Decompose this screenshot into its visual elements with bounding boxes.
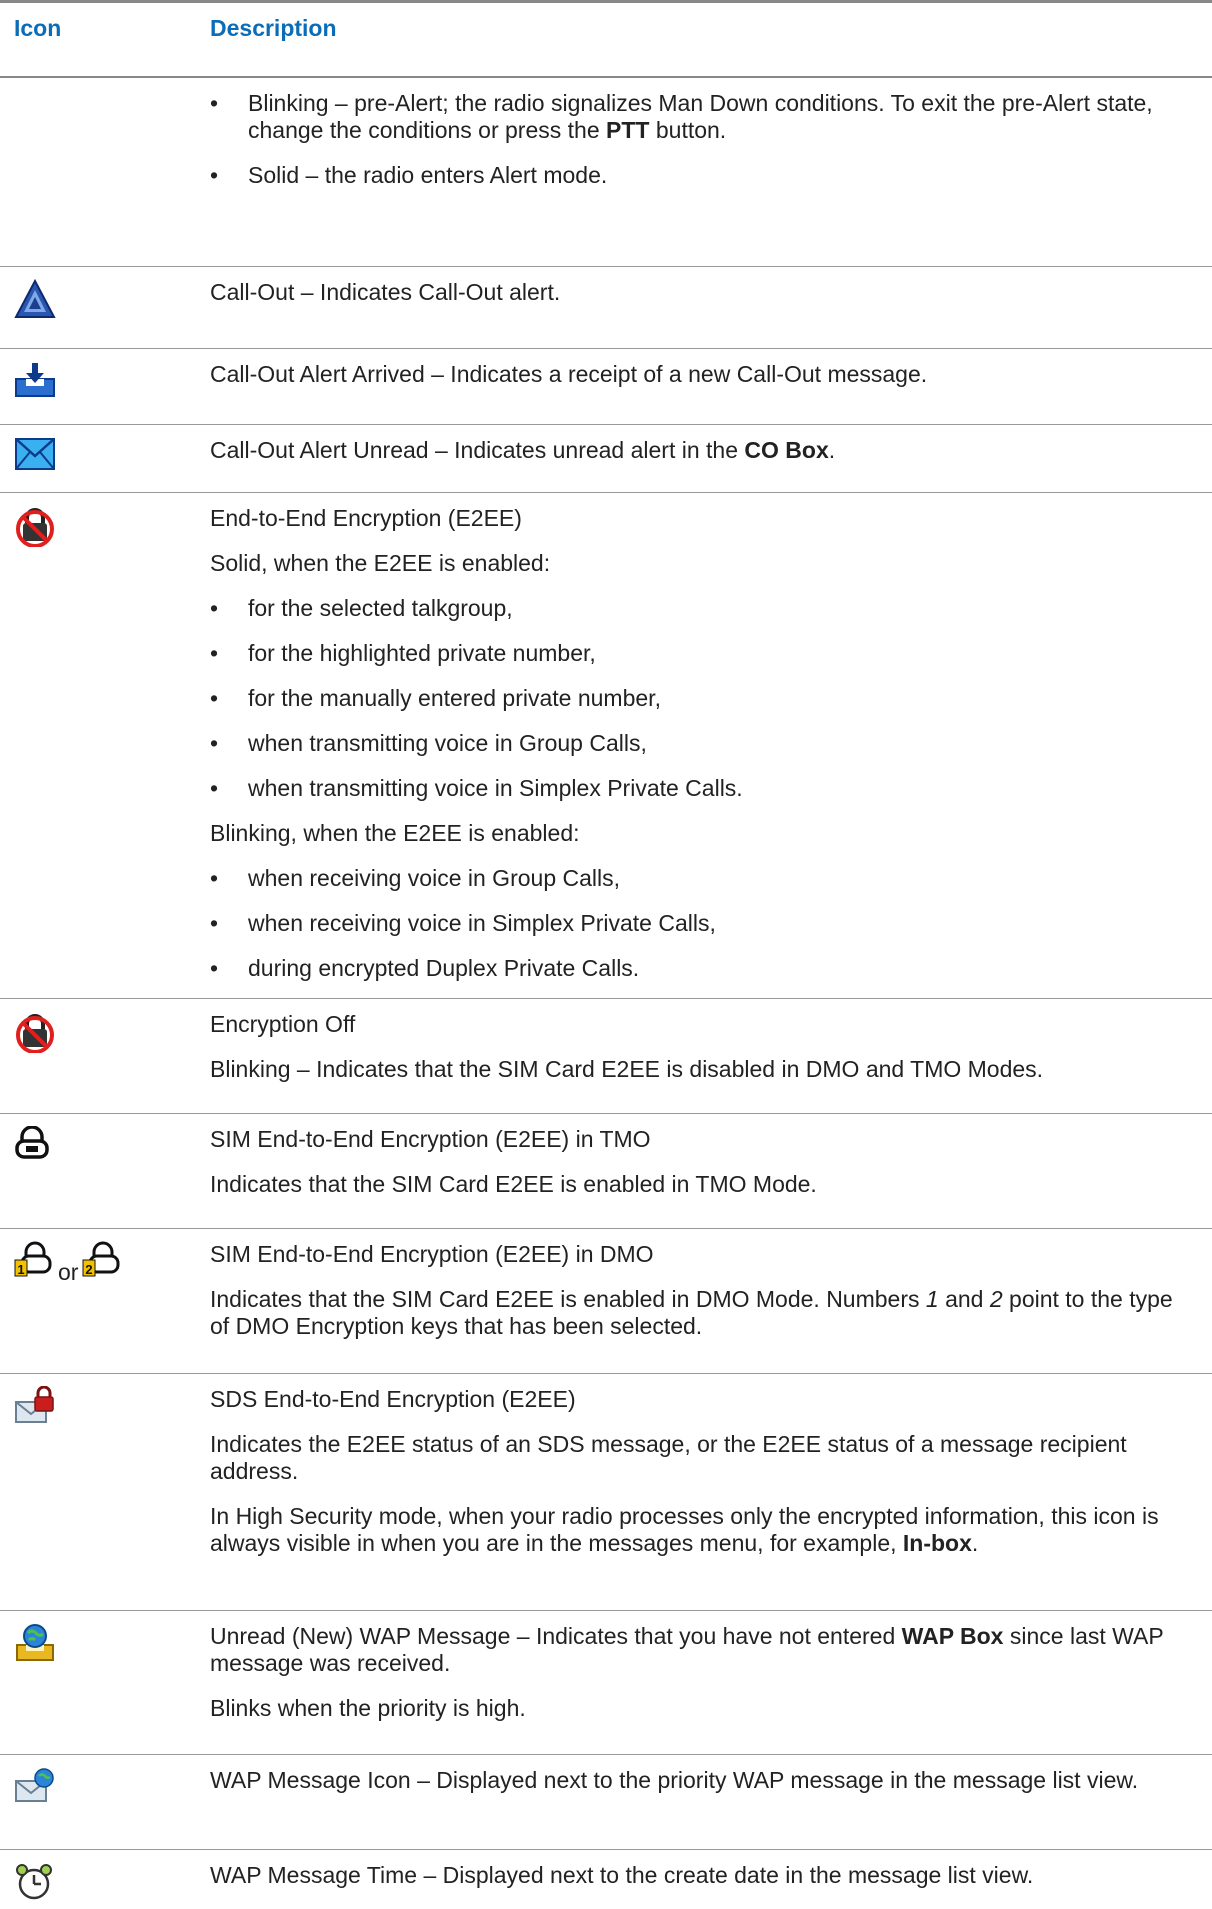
list-item: • when transmitting voice in Simplex Priv… bbox=[210, 774, 743, 801]
table-row: SIM End-to-End Encryption (E2EE) in TMO … bbox=[0, 1113, 1212, 1229]
wap-unread-icon bbox=[14, 1623, 56, 1663]
sim-lock-key1-icon: 1 bbox=[14, 1241, 54, 1277]
row-description: Call-Out – Indicates Call-Out alert. bbox=[210, 266, 1212, 349]
table-row: Unread (New) WAP Message – Indicates tha… bbox=[0, 1610, 1212, 1755]
call-out-triangle-icon bbox=[14, 278, 56, 319]
table-row: SDS End-to-End Encryption (E2EE) Indicat… bbox=[0, 1373, 1212, 1611]
wap-message-icon bbox=[14, 1767, 56, 1805]
row-description: Call-Out Alert Arrived – Indicates a rec… bbox=[210, 348, 1212, 425]
table-row: Encryption Off Blinking – Indicates that… bbox=[0, 998, 1212, 1114]
row-description: Encryption Off Blinking – Indicates that… bbox=[210, 998, 1212, 1114]
list-item: • during encrypted Duplex Private Calls. bbox=[210, 954, 640, 981]
sim-lock-icon bbox=[14, 1125, 50, 1160]
header-icon: Icon bbox=[0, 0, 210, 78]
list-item: • for the highlighted private number, bbox=[210, 639, 596, 666]
table-row: 1 or 2 SIM End-to-End Encryption (E2EE) … bbox=[0, 1228, 1212, 1374]
list-item: • when receiving voice in Simplex Private… bbox=[210, 909, 716, 936]
list-item: • when transmitting voice in Group Calls, bbox=[210, 729, 647, 756]
table-row: • Blinking – pre-Alert; the radio signali… bbox=[0, 77, 1212, 267]
row-description: Call-Out Alert Unread – Indicates unread… bbox=[210, 424, 1212, 493]
table-row: End-to-End Encryption (E2EE) Solid, when… bbox=[0, 492, 1212, 999]
table-row: Call-Out – Indicates Call-Out alert. bbox=[0, 266, 1212, 349]
row-description: SIM End-to-End Encryption (E2EE) in TMO … bbox=[210, 1113, 1212, 1229]
list-item: • for the selected talkgroup, bbox=[210, 594, 513, 621]
or-label: or bbox=[58, 1258, 79, 1285]
header-description: Description bbox=[210, 0, 1212, 78]
table-row: WAP Message Time – Displayed next to the… bbox=[0, 1849, 1212, 1909]
row-description: WAP Message Icon – Displayed next to the… bbox=[210, 1754, 1212, 1850]
list-item: • when receiving voice in Group Calls, bbox=[210, 864, 621, 891]
svg-text:1: 1 bbox=[17, 1262, 24, 1277]
row-description: Unread (New) WAP Message – Indicates tha… bbox=[210, 1610, 1212, 1755]
table-header: Icon Description bbox=[0, 0, 1212, 78]
envelope-icon bbox=[14, 437, 56, 471]
encryption-off-icon bbox=[14, 1011, 56, 1053]
table-row: Call-Out Alert Unread – Indicates unread… bbox=[0, 424, 1212, 493]
row-description: WAP Message Time – Displayed next to the… bbox=[210, 1861, 1034, 1888]
e2ee-crossed-lock-icon bbox=[14, 505, 56, 547]
row-description: SDS End-to-End Encryption (E2EE) Indicat… bbox=[210, 1373, 1212, 1611]
list-item: • Solid – the radio enters Alert mode. bbox=[210, 162, 608, 188]
sds-envelope-lock-icon bbox=[14, 1385, 56, 1426]
alarm-clock-icon bbox=[14, 1862, 54, 1902]
list-item: • for the manually entered private number… bbox=[210, 684, 661, 711]
table-row: Call-Out Alert Arrived – Indicates a rec… bbox=[0, 348, 1212, 425]
icon-description-table: Icon Description • Blinking – pre-Alert; … bbox=[0, 0, 1212, 1909]
inbox-download-icon bbox=[14, 361, 56, 399]
row-description: SIM End-to-End Encryption (E2EE) in DMO … bbox=[210, 1228, 1212, 1374]
list-item: • Blinking – pre-Alert; the radio signali… bbox=[210, 90, 1153, 143]
row-description: End-to-End Encryption (E2EE) Solid, when… bbox=[210, 492, 1212, 999]
svg-text:2: 2 bbox=[86, 1262, 93, 1277]
sim-lock-key2-icon: 2 bbox=[82, 1241, 122, 1277]
table-row: WAP Message Icon – Displayed next to the… bbox=[0, 1754, 1212, 1850]
